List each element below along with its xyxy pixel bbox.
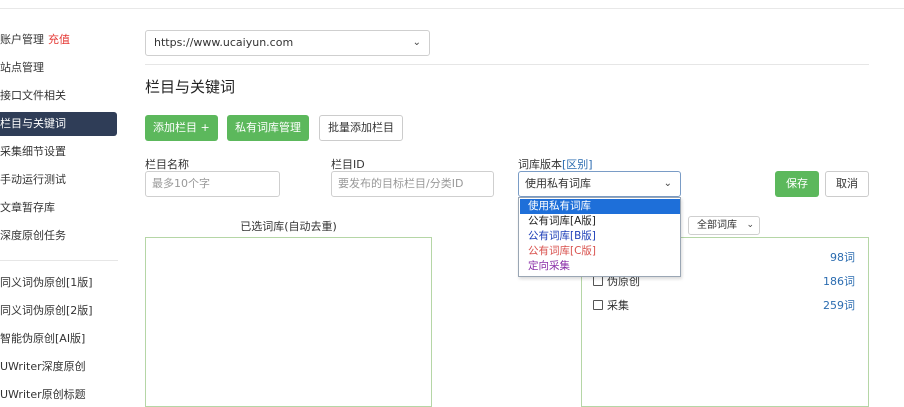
private-library-button[interactable]: 私有词库管理 [227,115,309,141]
column-id-input[interactable]: 要发布的目标栏目/分类ID [331,171,494,197]
lib-version-select-value: 使用私有词库 [525,177,591,190]
selected-libraries-panel[interactable] [145,237,432,407]
lib-version-diff-link[interactable]: [区别] [562,158,593,171]
sidebar-item-synonym-v2[interactable]: 同义词伪原创[2版] [0,299,93,323]
library-count: 259词 [823,299,855,312]
sidebar-item-ai-rewrite[interactable]: 智能伪原创[AI版] [0,327,85,351]
page-title: 栏目与关键词 [145,78,236,96]
column-name-input[interactable]: 最多10个字 [145,171,280,197]
dropdown-option-public-c[interactable]: 公有词库[C版] [520,244,680,259]
sidebar-item-label: 账户管理 [0,33,44,46]
chevron-down-icon: ⌄ [746,220,754,230]
sidebar-item-uwriter-deep[interactable]: UWriter深度原创 [0,355,86,379]
column-id-label: 栏目ID [331,158,365,171]
dropdown-option-public-b[interactable]: 公有词库[B版] [520,229,680,244]
checkbox[interactable] [593,276,603,286]
lib-version-dropdown: 使用私有词库 公有词库[A版] 公有词库[B版] 公有词库[C版] 定向采集 [518,197,681,277]
add-column-button[interactable]: 添加栏目 + [145,115,218,141]
checkbox[interactable] [593,300,603,310]
selected-libraries-caption: 已选词库(自动去重) [240,220,337,233]
recharge-link[interactable]: 充值 [48,33,70,46]
sidebar-item-article-storage[interactable]: 文章暂存库 [0,196,55,220]
library-name: 采集 [607,299,629,312]
column-name-label: 栏目名称 [145,158,189,171]
sidebar-item-synonym-v1[interactable]: 同义词伪原创[1版] [0,271,93,295]
dropdown-option-targeted-collect[interactable]: 定向采集 [520,259,680,274]
library-row[interactable]: 采集 259词 [593,297,855,315]
sidebar-divider [0,260,118,261]
library-filter-value: 全部词库 [697,220,737,231]
batch-add-columns-button[interactable]: 批量添加栏目 [319,115,403,141]
sidebar-item-manual-test[interactable]: 手动运行测试 [0,168,66,192]
library-count: 98词 [830,251,855,264]
lib-version-label-group: 词库版本[区别] [518,156,593,172]
sidebar-item-uwriter-title[interactable]: UWriter原创标题 [0,383,86,407]
sidebar-item-sites[interactable]: 站点管理 [0,56,44,80]
cancel-button[interactable]: 取消 [825,171,869,197]
site-select[interactable]: https://www.ucaiyun.com ⌄ [145,30,430,56]
library-count: 186词 [823,275,855,288]
top-divider [0,8,904,9]
sidebar-item-deep-original[interactable]: 深度原创任务 [0,224,66,248]
sidebar-item-interface[interactable]: 接口文件相关 [0,84,66,108]
chevron-down-icon: ⌄ [412,37,421,48]
lib-version-select[interactable]: 使用私有词库 ⌄ [518,171,681,197]
site-select-value: https://www.ucaiyun.com [154,36,294,49]
chevron-down-icon: ⌄ [663,178,672,189]
sidebar-item-collect-settings[interactable]: 采集细节设置 [0,140,66,164]
save-button[interactable]: 保存 [775,171,819,197]
sidebar-item-account[interactable]: 账户管理 充值 [0,28,70,52]
dropdown-option-public-a[interactable]: 公有词库[A版] [520,214,680,229]
library-filter-select[interactable]: 全部词库 ⌄ [688,216,760,235]
lib-version-label: 词库版本 [518,158,562,171]
section-divider [145,64,869,65]
sidebar-item-columns-keywords[interactable]: 栏目与关键词 [0,112,117,136]
dropdown-option-private[interactable]: 使用私有词库 [520,199,680,214]
